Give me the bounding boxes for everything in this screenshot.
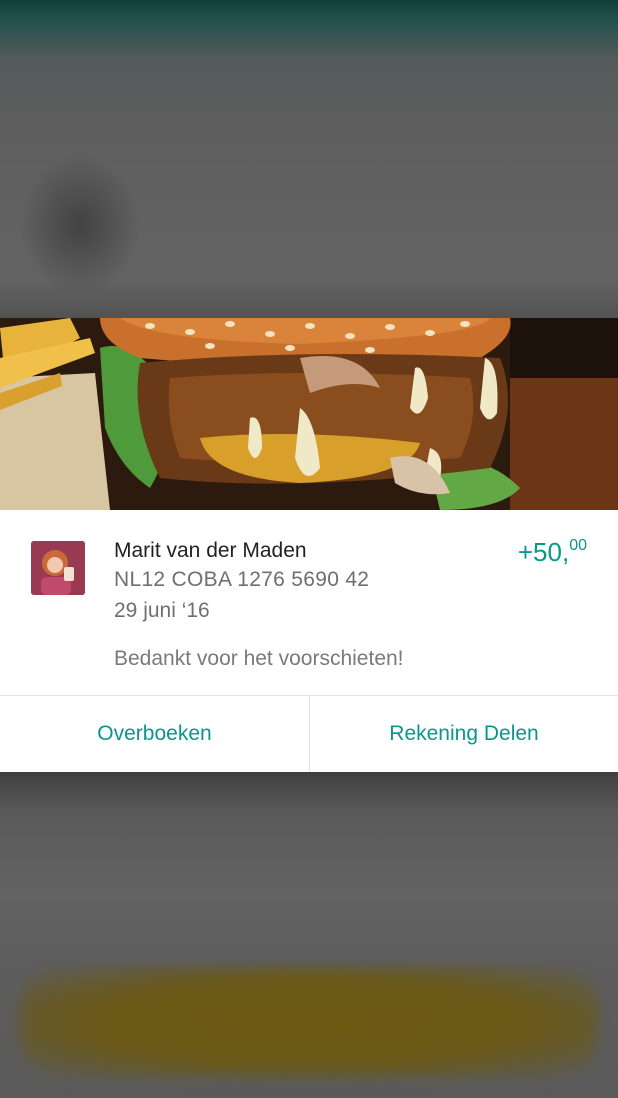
transaction-card: Marit van der Maden NL12 COBA 1276 5690 … (0, 510, 618, 772)
blurred-background-top (0, 0, 618, 318)
transaction-message: Bedankt voor het voorschieten! (114, 647, 404, 670)
burger-image (0, 318, 618, 510)
amount-whole: +50, (517, 537, 570, 567)
amount-cents: 00 (569, 537, 587, 554)
transaction-date: 29 juni ‘16 (114, 599, 210, 622)
counterparty-iban: NL12 COBA 1276 5690 42 (114, 568, 370, 591)
share-bill-button[interactable]: Rekening Delen (310, 696, 618, 772)
counterparty-name: Marit van der Maden (114, 539, 307, 562)
user-photo-icon (31, 541, 85, 595)
transaction-amount: +50,00 (518, 537, 587, 568)
avatar (31, 541, 85, 595)
blurred-background-bottom (0, 772, 618, 1098)
transaction-photo (0, 318, 618, 510)
transfer-button[interactable]: Overboeken (0, 696, 309, 772)
